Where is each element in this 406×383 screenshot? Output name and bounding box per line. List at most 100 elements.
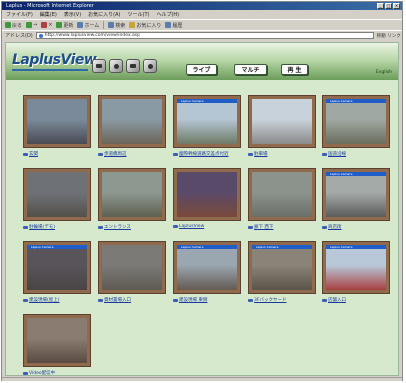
camera-caption[interactable]: 資材置場入口 (98, 297, 170, 303)
camera-tile[interactable]: エントランス (98, 168, 166, 234)
language-link[interactable]: English (376, 70, 392, 75)
menu-favorites[interactable]: お気に入り(A) (88, 11, 120, 18)
camera-thumbnail[interactable]: Laplus Camera (322, 168, 390, 221)
camera-caption[interactable]: 駐輪場(デモ) (23, 224, 95, 230)
camera-caption[interactable]: 建設現場(屋上) (23, 297, 95, 303)
camera-thumbnail[interactable]: Laplus Camera (322, 241, 390, 294)
camera-label[interactable]: 國際幹線道路交差点付近 (179, 151, 229, 157)
multi-button[interactable]: マルチ (234, 64, 267, 75)
camera-thumbnail[interactable]: Laplus Camera (322, 95, 390, 148)
camera-caption[interactable]: 廊下 西下 (248, 224, 320, 230)
menu-file[interactable]: ファイル(F) (6, 11, 33, 18)
camera-caption[interactable]: 3Fバックヤード (248, 297, 320, 303)
address-input[interactable]: http://www.laplusview.com/view/index.asp (35, 32, 374, 39)
camera-thumbnail[interactable] (248, 168, 316, 221)
camera-thumbnail[interactable]: Laplus Camera (173, 241, 241, 294)
camera-thumbnail[interactable]: Laplus Camera (173, 95, 241, 148)
menu-tools[interactable]: ツール(T) (128, 11, 150, 18)
replay-button[interactable]: 再 生 (281, 64, 308, 75)
menu-edit[interactable]: 編集(E) (40, 11, 57, 18)
maximize-button[interactable]: □ (385, 3, 392, 9)
monitor-icon[interactable] (126, 59, 140, 73)
favorites-button[interactable]: お気に入り (129, 22, 161, 29)
camera-tile[interactable]: Laplus Camera 店舗入口 (322, 241, 390, 307)
camera-caption[interactable]: 駐車場 (248, 151, 320, 157)
live-button[interactable]: ライブ (186, 64, 217, 75)
camera-label[interactable]: Video配信中 (29, 370, 55, 375)
refresh-button[interactable]: 更新 (56, 22, 73, 29)
camera-tile[interactable]: 駐輪場(デモ) (23, 168, 91, 234)
camera-thumbnail[interactable]: Laplus Camera (23, 241, 91, 294)
camera-tile[interactable]: 駐車場 (248, 95, 316, 161)
minimize-button[interactable]: _ (377, 3, 384, 9)
camera-label[interactable]: 建設現場 東側 (179, 297, 207, 303)
camera-thumbnail[interactable] (23, 95, 91, 148)
camera-tile[interactable]: Laplus Camera 建設現場(屋上) (23, 241, 91, 307)
camera-thumbnail[interactable] (173, 168, 241, 221)
camera-tile[interactable]: 玄関 (23, 95, 91, 161)
camera-label[interactable]: エントランス (104, 224, 131, 230)
logo-underline (12, 69, 88, 71)
camera-label[interactable]: 建設現場(屋上) (29, 297, 60, 303)
menu-help[interactable]: ヘルプ(H) (156, 11, 179, 18)
stop-button[interactable]: × (41, 22, 52, 28)
camera-caption[interactable]: エントランス (98, 224, 170, 230)
camera-label[interactable]: 3Fバックヤード (254, 297, 286, 303)
menu-view[interactable]: 表示(V) (64, 11, 81, 18)
site-logo[interactable]: LaplusView (12, 52, 97, 68)
browser-window: Laplus - Microsoft Internet Explorer _ □… (1, 1, 403, 381)
camera-label[interactable]: 駐輪場(デモ) (29, 224, 55, 230)
camera-caption[interactable]: 歩道橋周辺 (98, 151, 170, 157)
camera-tile[interactable]: 廊下 西下 (248, 168, 316, 234)
camera-label[interactable]: 商店街 (328, 224, 342, 230)
user-icon[interactable] (109, 59, 123, 73)
camera-label[interactable]: 玄関 (29, 151, 38, 157)
camera-thumbnail[interactable]: Laplus Camera (248, 241, 316, 294)
camera-tile[interactable]: Laplus Camera 国道沿線 (322, 95, 390, 161)
camera-caption[interactable]: 國際幹線道路交差点付近 (173, 151, 245, 157)
settings-icon[interactable] (143, 59, 157, 73)
camera-caption[interactable]: 玄関 (23, 151, 95, 157)
camera-tile[interactable]: 歩道橋周辺 (98, 95, 166, 161)
camera-tile[interactable]: Laplus Camera 建設現場 東側 (173, 241, 241, 307)
camera-tile[interactable]: LaplusView (173, 168, 241, 234)
camera-thumbnail[interactable] (23, 314, 91, 367)
camera-tile[interactable]: Laplus Camera 國際幹線道路交差点付近 (173, 95, 241, 161)
camera-thumbnail[interactable] (98, 241, 166, 294)
title-bar: Laplus - Microsoft Internet Explorer _ □… (2, 2, 402, 10)
camera-label[interactable]: 資材置場入口 (104, 297, 131, 303)
camera-tile[interactable]: Video配信中 (23, 314, 91, 375)
camera-tile[interactable]: Laplus Camera 3Fバックヤード (248, 241, 316, 307)
go-button[interactable]: 移動 リンク (377, 33, 401, 39)
camera-image (252, 99, 312, 144)
camera-thumbnail[interactable] (248, 95, 316, 148)
back-button[interactable]: 戻る (5, 22, 22, 29)
camera-label[interactable]: 国道沿線 (328, 151, 346, 157)
camera-caption[interactable]: 建設現場 東側 (173, 297, 245, 303)
camera-tile[interactable]: 資材置場入口 (98, 241, 166, 307)
camera-icon (248, 152, 253, 156)
camera-image: Laplus Camera (177, 245, 237, 290)
refresh-label: 更新 (63, 22, 74, 29)
camera-caption[interactable]: 店舗入口 (322, 297, 394, 303)
camera-icon[interactable] (92, 59, 106, 73)
camera-label[interactable]: 駐車場 (254, 151, 268, 157)
camera-thumbnail[interactable] (98, 95, 166, 148)
search-button[interactable]: 検索 (108, 22, 125, 29)
history-button[interactable]: 履歴 (165, 22, 182, 29)
camera-caption[interactable]: Video配信中 (23, 370, 95, 375)
camera-label[interactable]: 歩道橋周辺 (104, 151, 127, 157)
home-button[interactable]: ホーム (77, 22, 99, 29)
camera-caption[interactable]: 商店街 (322, 224, 394, 230)
camera-label[interactable]: 廊下 西下 (254, 224, 273, 230)
camera-label[interactable]: 店舗入口 (328, 297, 346, 303)
close-button[interactable]: × (393, 3, 400, 9)
camera-caption[interactable]: 国道沿線 (322, 151, 394, 157)
camera-tile[interactable]: Laplus Camera 商店街 (322, 168, 390, 234)
camera-caption[interactable]: LaplusView (173, 224, 245, 229)
forward-button[interactable]: → (26, 22, 37, 28)
toolbar-separator (103, 21, 105, 29)
camera-thumbnail[interactable] (98, 168, 166, 221)
camera-thumbnail[interactable] (23, 168, 91, 221)
camera-label[interactable]: LaplusView (179, 224, 204, 229)
